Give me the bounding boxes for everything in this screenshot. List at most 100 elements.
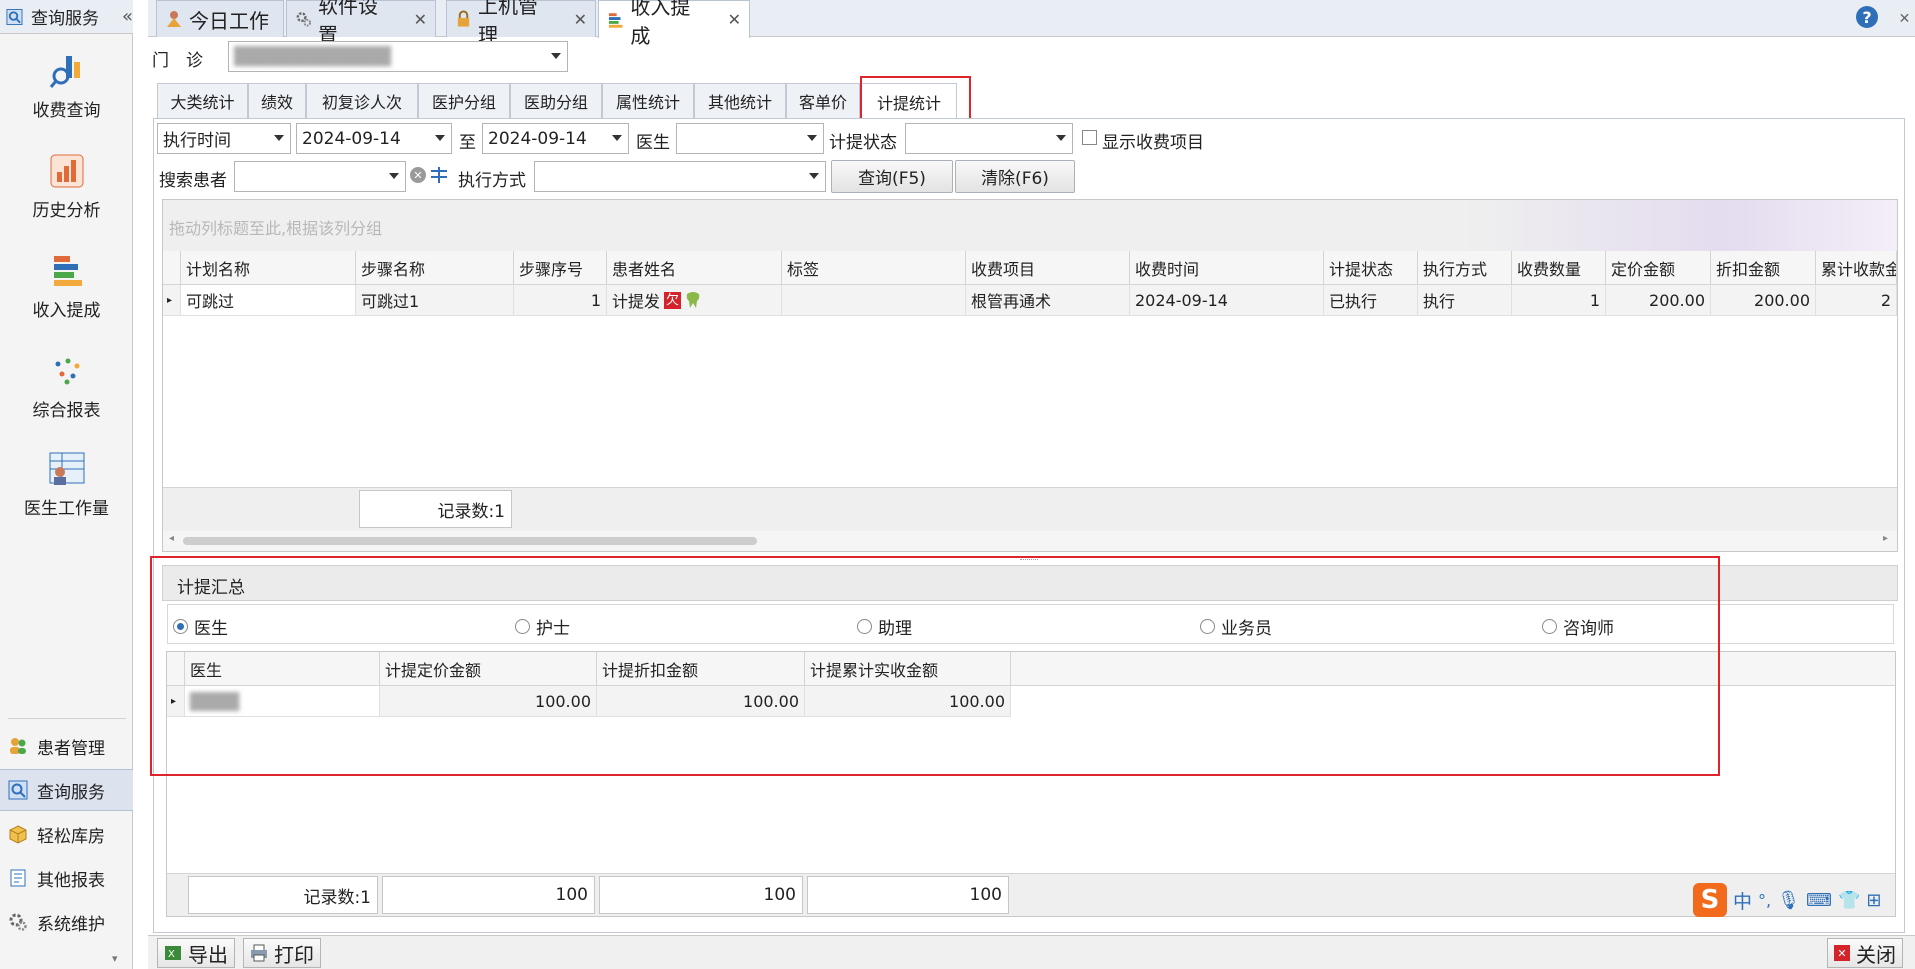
group-hint: 拖动列标题至此,根据该列分组 [169,219,383,238]
col-header[interactable]: 标签 [782,251,966,285]
highlight-box-tab [860,76,971,124]
col-header[interactable]: 患者姓名 [607,251,782,285]
skin-icon[interactable]: 👕 [1838,890,1860,911]
table-cell[interactable]: 已执行 [1324,285,1418,316]
punctuation-icon[interactable]: °, [1758,891,1771,910]
sidebar-item-income[interactable]: 收入提成 [0,252,133,321]
table-cell[interactable]: 可跳过1 [356,285,514,316]
close-button[interactable]: ✕ 关闭 [1827,938,1903,968]
sidebar-divider [8,718,126,719]
table-cell[interactable]: 2 [1816,285,1897,316]
sidebar-item-warehouse[interactable]: 轻松库房 [0,813,133,855]
tab-software-settings[interactable]: 软件设置 ✕ [286,0,436,47]
col-header[interactable]: 收费时间 [1130,251,1324,285]
status-select[interactable] [905,123,1073,154]
subtab-attributes[interactable]: 属性统计 [602,83,694,118]
sidebar-item-query-service[interactable]: 查询服务 [0,769,133,811]
sidebar-item-charge-query[interactable]: 收费查询 [0,52,133,121]
printer-icon [251,944,267,962]
subtab-other[interactable]: 其他统计 [694,83,786,118]
sidebar-item-doctor-workload[interactable]: 医生工作量 [0,450,133,519]
table-cell[interactable]: 1 [514,285,607,316]
show-items-label: 显示收费项目 [1102,133,1204,153]
close-icon[interactable]: ✕ [414,10,427,29]
table-cell[interactable] [782,285,966,316]
time-type-select[interactable]: 执行时间 [157,123,291,154]
subtab-unit-price[interactable]: 客单价 [786,83,860,118]
col-header[interactable]: 累计收款金 [1816,251,1897,285]
search-icon [8,780,28,800]
print-button[interactable]: 打印 [243,938,321,968]
filter-icon[interactable] [429,166,449,184]
microphone-icon[interactable]: 🎙 [1777,890,1800,911]
ime-lang[interactable]: 中 [1733,887,1752,914]
sidebar-item-reports[interactable]: 综合报表 [0,352,133,421]
scrollbar-thumb[interactable] [183,537,757,545]
doctor-select[interactable] [676,123,824,154]
col-header[interactable]: 折扣金额 [1711,251,1816,285]
col-header[interactable]: 计提状态 [1324,251,1418,285]
tab-today-work[interactable]: 今日工作 [156,0,284,37]
col-header[interactable]: 执行方式 [1418,251,1512,285]
grid-icon[interactable]: ⊞ [1866,890,1881,911]
summary-record-count: 记录数:1 [188,876,378,914]
tab-income-commission[interactable]: 收入提成 ✕ [598,0,750,48]
col-header[interactable]: 步骤名称 [356,251,514,285]
table-cell[interactable]: 2024-09-14 [1130,285,1324,316]
close-icon[interactable]: ✕ [728,10,741,29]
export-button[interactable]: X 导出 [157,938,235,968]
subtab-nurse-group[interactable]: 医护分组 [418,83,510,118]
col-header[interactable]: 收费数量 [1512,251,1606,285]
col-header[interactable]: 定价金额 [1606,251,1711,285]
time-type-value: 执行时间 [163,131,231,151]
date-from-input[interactable]: 2024-09-14 [296,123,452,154]
tab-machine-management[interactable]: 上机管理 ✕ [446,0,596,47]
table-cell[interactable]: 200.00 [1711,285,1816,316]
table-cell[interactable]: 1 [1512,285,1606,316]
date-to-input[interactable]: 2024-09-14 [482,123,629,154]
table-cell-patient[interactable]: 计提发 欠 [607,285,782,316]
patient-name: 计提发 [612,292,661,311]
keyboard-icon[interactable]: ⌨ [1806,890,1832,911]
bottom-toolbar [148,935,1915,969]
sidebar-item-system[interactable]: 系统维护 [0,901,133,943]
subtab-category[interactable]: 大类统计 [157,83,248,118]
table-cell[interactable]: 可跳过 [181,285,356,316]
sidebar: 查询服务 « 收费查询 历史分析 收入提成 综合报表 医生工作量 患者管理 查询… [0,0,133,969]
group-panel: 拖动列标题至此,根据该列分组 [163,200,1897,251]
show-items-checkbox[interactable] [1082,130,1097,145]
collapse-icon[interactable]: « [122,6,133,27]
subtab-visits[interactable]: 初复诊人次 [306,83,418,118]
horizontal-scrollbar[interactable]: ◂ ▸ [163,531,1897,551]
col-header[interactable]: 计划名称 [181,251,356,285]
table-cell[interactable]: 执行 [1418,285,1512,316]
search-patient-input[interactable] [234,161,406,192]
scroll-left-icon[interactable]: ◂ [169,533,174,544]
chevron-down-icon [807,135,817,141]
exec-method-select[interactable] [534,161,826,192]
sidebar-item-history[interactable]: 历史分析 [0,152,133,221]
chevron-down-icon[interactable]: ▾ [112,952,118,965]
col-header[interactable]: 步骤序号 [514,251,607,285]
clear-icon[interactable]: ✕ [410,167,426,183]
table-cell[interactable]: 根管再通术 [966,285,1130,316]
close-icon[interactable]: ✕ [574,10,587,29]
help-icon[interactable]: ? [1856,6,1878,28]
sidebar-item-label: 其他报表 [37,870,105,891]
clear-button[interactable]: 清除(F6) [955,160,1075,193]
stacked-bars-icon [53,256,82,286]
col-header[interactable]: 收费项目 [966,251,1130,285]
sidebar-item-label: 医生工作量 [24,499,109,519]
sidebar-item-patients[interactable]: 患者管理 [0,725,133,767]
sidebar-item-label: 轻松库房 [37,826,105,847]
subtab-assistant-group[interactable]: 医助分组 [510,83,602,118]
clinic-select[interactable]: ████████████ [228,41,568,72]
query-button[interactable]: 查询(F5) [831,160,953,193]
scroll-right-icon[interactable]: ▸ [1883,533,1888,544]
sidebar-item-label: 系统维护 [37,914,105,935]
table-cell[interactable]: 200.00 [1606,285,1711,316]
sogou-logo-icon[interactable]: S [1693,883,1727,917]
subtab-performance[interactable]: 绩效 [248,83,306,118]
sidebar-item-other-reports[interactable]: 其他报表 [0,857,133,899]
close-icon[interactable]: ✕ [1894,0,1915,37]
